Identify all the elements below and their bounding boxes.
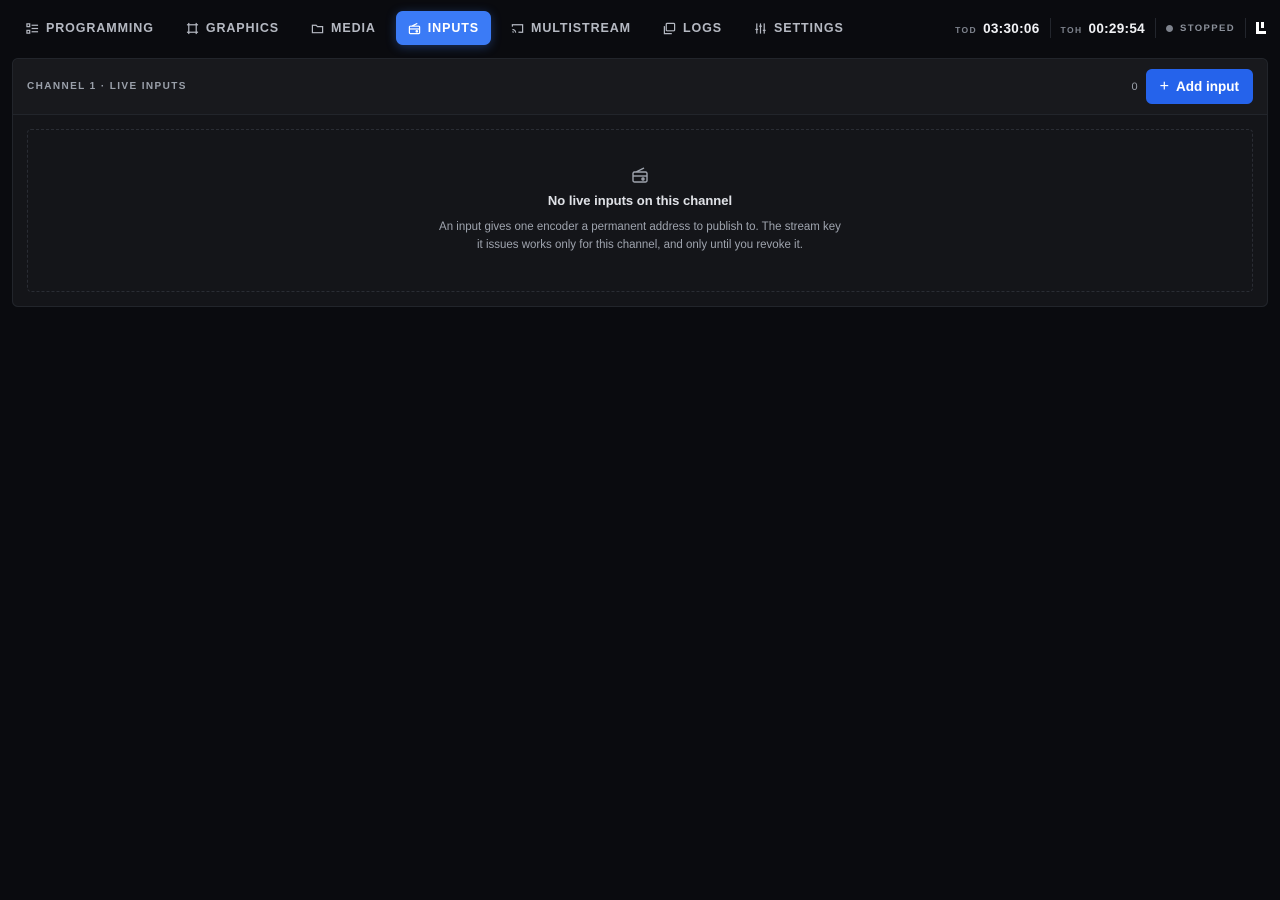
- radio-icon: [408, 22, 421, 35]
- toh-label: TOH: [1060, 24, 1083, 35]
- tod-clock: TOD 03:30:06: [945, 21, 1049, 36]
- tab-graphics[interactable]: GRAPHICS: [174, 11, 291, 45]
- empty-state: No live inputs on this channel An input …: [27, 129, 1253, 292]
- folder-icon: [311, 22, 324, 35]
- input-count: 0: [1131, 80, 1138, 93]
- brand-logo-icon: [1254, 21, 1268, 35]
- empty-description: An input gives one encoder a permanent a…: [425, 218, 855, 254]
- tab-label: LOGS: [682, 21, 723, 35]
- plus-icon: +: [1159, 77, 1170, 95]
- toh-value: 00:29:54: [1088, 20, 1145, 36]
- status-badge: STOPPED: [1156, 23, 1245, 34]
- tab-label: MEDIA: [331, 21, 376, 35]
- tab-programming[interactable]: PROGRAMMING: [14, 11, 166, 45]
- frame-icon: [186, 22, 199, 35]
- tab-settings[interactable]: SETTINGS: [742, 11, 856, 45]
- top-bar: PROGRAMMING GRAPHICS MEDIA INPUTS MULTIS…: [0, 0, 1280, 58]
- tab-media[interactable]: MEDIA: [299, 11, 388, 45]
- empty-line-1: An input gives one encoder a permanent a…: [439, 221, 841, 233]
- add-input-label: Add input: [1176, 79, 1239, 94]
- tab-label: SETTINGS: [774, 21, 844, 35]
- status-text: STOPPED: [1179, 22, 1235, 34]
- tod-label: TOD: [955, 24, 978, 35]
- add-input-button[interactable]: + Add input: [1145, 69, 1253, 104]
- tod-value: 03:30:06: [983, 20, 1040, 36]
- tab-inputs[interactable]: INPUTS: [395, 11, 492, 45]
- tab-label: PROGRAMMING: [46, 21, 154, 35]
- logs-icon: [663, 22, 676, 35]
- cast-icon: [511, 22, 524, 35]
- main-nav: PROGRAMMING GRAPHICS MEDIA INPUTS MULTIS…: [14, 0, 864, 58]
- divider: [1245, 18, 1246, 38]
- radio-icon: [631, 166, 649, 184]
- tab-multistream[interactable]: MULTISTREAM: [499, 11, 643, 45]
- tab-logs[interactable]: LOGS: [651, 11, 734, 45]
- empty-line-2: it issues works only for this channel, a…: [477, 239, 803, 251]
- status-dot-icon: [1165, 24, 1173, 32]
- tab-label: GRAPHICS: [205, 21, 280, 35]
- live-inputs-panel: CHANNEL 1 · LIVE INPUTS 0 + Add input No…: [12, 58, 1268, 307]
- sliders-icon: [754, 22, 767, 35]
- panel-header: CHANNEL 1 · LIVE INPUTS 0 + Add input: [13, 59, 1267, 115]
- list-icon: [26, 22, 39, 35]
- tab-label: INPUTS: [427, 21, 480, 35]
- toh-clock: TOH 00:29:54: [1051, 21, 1155, 36]
- tab-label: MULTISTREAM: [531, 21, 631, 35]
- panel-title: CHANNEL 1 · LIVE INPUTS: [27, 81, 187, 92]
- empty-title: No live inputs on this channel: [547, 193, 733, 208]
- status-area: TOD 03:30:06 TOH 00:29:54 STOPPED: [945, 0, 1268, 57]
